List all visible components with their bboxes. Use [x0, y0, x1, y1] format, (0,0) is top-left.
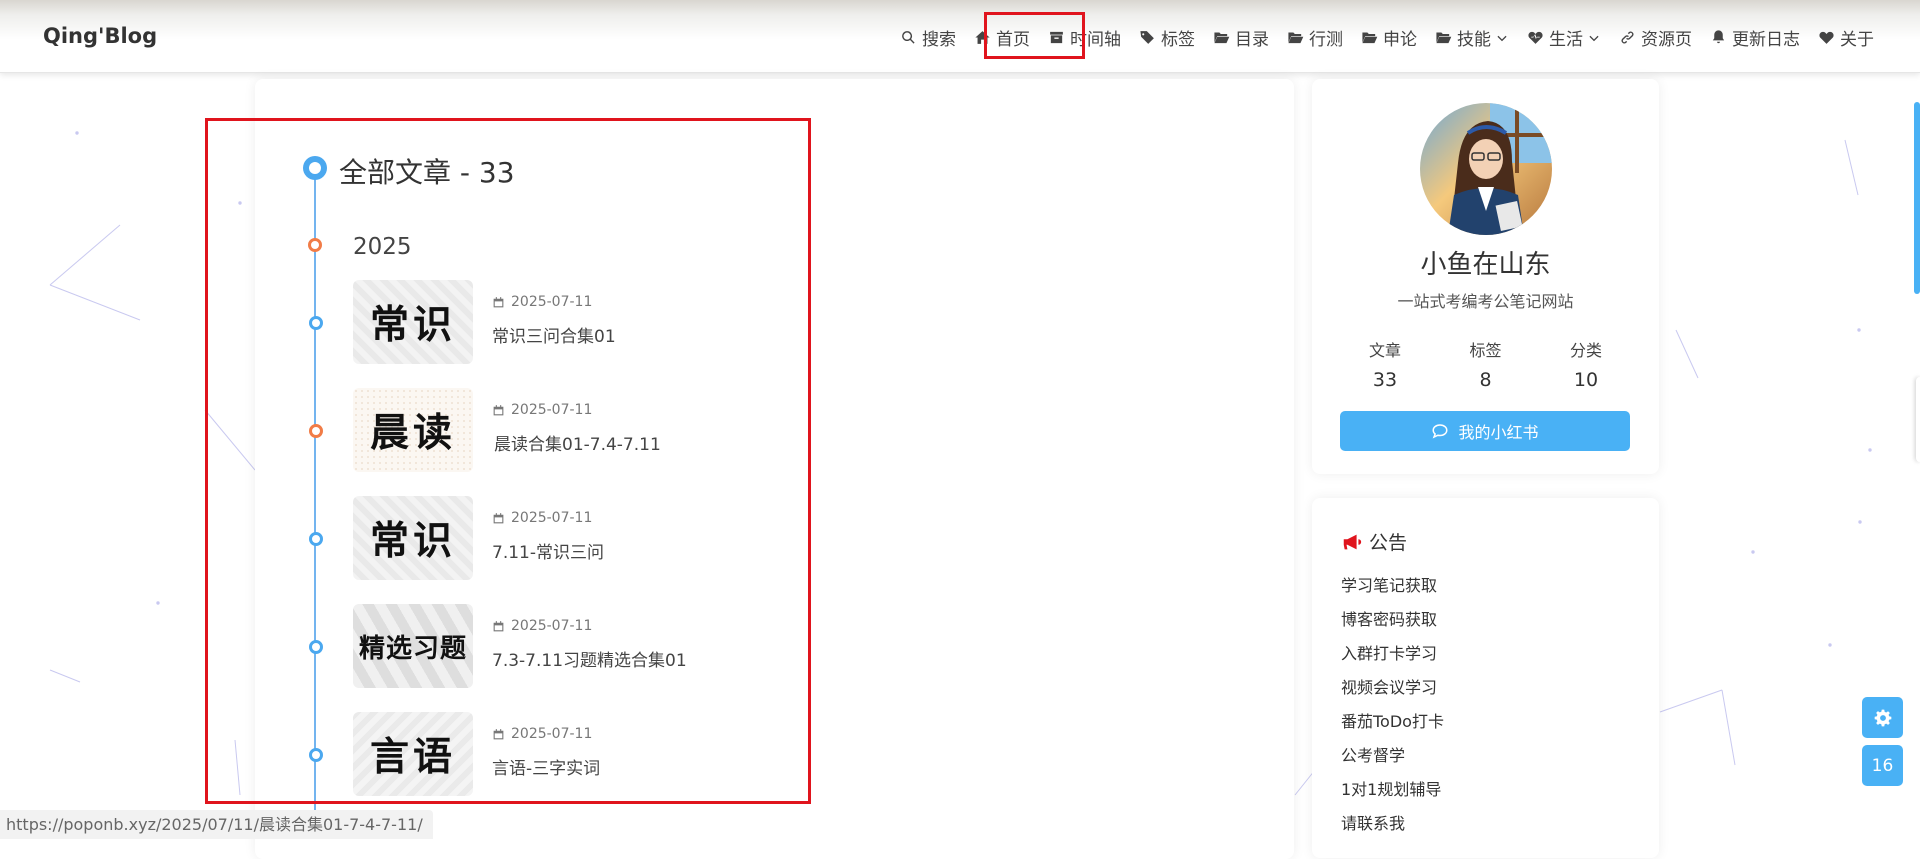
folder-open-icon [1288, 32, 1304, 44]
author-card: 小鱼在山东 一站式考编考公笔记网站 文章 33 标签 8 分类 10 我的小红书 [1312, 79, 1659, 474]
announcement-link[interactable]: 请联系我 [1341, 814, 1444, 848]
announcement-link[interactable]: 公考督学 [1341, 746, 1444, 780]
chevron-down-icon [1497, 35, 1507, 41]
status-bar-url: https://poponb.xyz/2025/07/11/晨读合集01-7-4… [0, 810, 433, 839]
announcement-links: 学习笔记获取 博客密码获取 入群打卡学习 视频会议学习 番茄ToDo打卡 公考督… [1341, 576, 1444, 848]
search-icon [902, 31, 915, 44]
nav-highlight-box [984, 12, 1085, 59]
announcement-link[interactable]: 番茄ToDo打卡 [1341, 712, 1444, 746]
folder-open-icon [1436, 32, 1452, 44]
site-logo[interactable]: Qing'Blog [43, 24, 157, 48]
reading-progress-counter[interactable]: 16 [1862, 745, 1903, 786]
announcement-link[interactable]: 视频会议学习 [1341, 678, 1444, 712]
announcement-link[interactable]: 学习笔记获取 [1341, 576, 1444, 610]
announcement-link[interactable]: 博客密码获取 [1341, 610, 1444, 644]
nav-life[interactable]: 生活 [1527, 25, 1601, 50]
heart-icon [1819, 31, 1834, 44]
announcement-card: 公告 学习笔记获取 博客密码获取 入群打卡学习 视频会议学习 番茄ToDo打卡 … [1312, 498, 1659, 858]
scrollbar-thumb[interactable] [1914, 102, 1920, 294]
nav-search[interactable]: 搜索 [900, 25, 956, 50]
author-name: 小鱼在山东 [1420, 250, 1551, 280]
stat-categories[interactable]: 分类 10 [1538, 337, 1634, 391]
timeline-highlight-box [205, 118, 811, 804]
nav-about[interactable]: 关于 [1818, 25, 1874, 50]
nav-resources[interactable]: 资源页 [1619, 25, 1692, 50]
bullhorn-icon [1343, 534, 1362, 549]
avatar-illustration [1448, 103, 1552, 235]
announcement-header: 公告 [1341, 528, 1407, 555]
top-navbar: Qing'Blog 搜索 首页 时间轴 标签 目录 行测 申论 技能 生活 资源… [0, 0, 1920, 73]
site-stats: 文章 33 标签 8 分类 10 [1337, 337, 1634, 391]
announcement-link[interactable]: 1对1规划辅导 [1341, 780, 1444, 814]
nav-changelog[interactable]: 更新日志 [1710, 25, 1800, 50]
nav-catalog[interactable]: 目录 [1213, 25, 1269, 50]
folder-open-icon [1362, 32, 1378, 44]
nav-tags[interactable]: 标签 [1139, 25, 1195, 50]
bell-icon [1712, 30, 1725, 44]
gear-icon [1874, 709, 1891, 726]
nav-xingce[interactable]: 行测 [1287, 25, 1343, 50]
heartbeat-icon [1528, 31, 1543, 44]
tags-icon [1140, 31, 1154, 44]
avatar[interactable] [1420, 103, 1552, 235]
author-description: 一站式考编考公笔记网站 [1397, 292, 1574, 311]
stat-tags[interactable]: 标签 8 [1438, 337, 1534, 391]
link-icon [1621, 31, 1634, 44]
stat-articles[interactable]: 文章 33 [1337, 337, 1433, 391]
folder-open-icon [1214, 32, 1230, 44]
announcement-link[interactable]: 入群打卡学习 [1341, 644, 1444, 678]
side-drawer-tab[interactable] [1916, 377, 1920, 462]
comment-icon [1432, 424, 1448, 439]
chevron-down-icon [1589, 35, 1599, 41]
nav-skills[interactable]: 技能 [1435, 25, 1509, 50]
xiaohongshu-button[interactable]: 我的小红书 [1340, 411, 1630, 451]
settings-button[interactable] [1862, 697, 1903, 738]
nav-shenlun[interactable]: 申论 [1361, 25, 1417, 50]
